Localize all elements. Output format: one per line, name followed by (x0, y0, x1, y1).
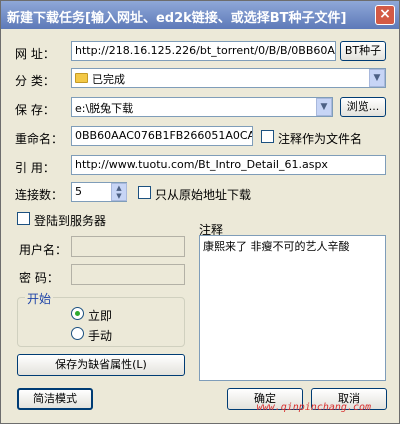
bt-torrent-button[interactable]: BT种子 (340, 41, 386, 61)
login-server-label: 登陆到服务器 (34, 214, 107, 228)
username-label: 用户名： (19, 243, 68, 257)
rename-label: 重命名： (15, 132, 64, 146)
url-label: 网 址： (15, 47, 55, 61)
chevron-down-icon[interactable]: ▼ (369, 69, 385, 87)
save-as-default-button[interactable]: 保存为缺省属性(L) (17, 354, 185, 376)
stepper-up-icon[interactable]: ▲ (112, 184, 126, 192)
close-button[interactable]: × (375, 5, 395, 25)
only-origin-label: 只从原始地址下载 (155, 188, 252, 202)
category-label: 分 类： (15, 74, 55, 88)
start-now-radio[interactable] (71, 307, 84, 320)
simple-mode-button[interactable]: 简洁模式 (17, 388, 93, 410)
notes-as-filename-label: 注释作为文件名 (278, 132, 363, 146)
watermark: www.qinpinchang.com (256, 402, 371, 413)
username-input[interactable] (71, 236, 185, 257)
browse-button[interactable]: 浏览... (340, 97, 386, 117)
login-server-checkbox[interactable] (17, 212, 30, 225)
only-origin-checkbox[interactable] (138, 186, 151, 199)
stepper-down-icon[interactable]: ▼ (112, 192, 126, 200)
window-title: 新建下载任务[输入网址、ed2k链接、或选择BT种子文件] (7, 11, 347, 26)
category-select[interactable]: 已完成 (71, 68, 386, 88)
start-now-label: 立即 (88, 309, 113, 323)
password-label: 密 码： (19, 271, 59, 285)
password-input[interactable] (71, 264, 185, 285)
save-label: 保 存： (15, 103, 55, 117)
referer-label: 引 用： (15, 161, 55, 175)
folder-icon (75, 73, 88, 83)
chevron-down-icon[interactable]: ▼ (316, 98, 332, 116)
title-bar[interactable]: 新建下载任务[输入网址、ed2k链接、或选择BT种子文件] × (1, 1, 399, 29)
notes-text: 康熙来了 非瘦不可的艺人辛酸 (203, 240, 350, 253)
start-manual-label: 手动 (88, 329, 113, 343)
connections-stepper[interactable]: ▲ ▼ (111, 183, 127, 201)
rename-input[interactable]: 0BB60AAC076B1FB266051A0CA5CE (71, 126, 253, 146)
connections-label: 连接数： (15, 188, 64, 202)
notes-textarea[interactable]: 康熙来了 非瘦不可的艺人辛酸 (199, 235, 386, 381)
category-value: 已完成 (92, 73, 125, 86)
url-input[interactable]: http://218.16.125.226/bt_torrent/0/B/B/0… (71, 41, 336, 61)
notes-as-filename-checkbox[interactable] (261, 130, 274, 143)
start-manual-radio[interactable] (71, 327, 84, 340)
start-group-label: 开始 (25, 290, 54, 307)
referer-input[interactable]: http://www.tuotu.com/Bt_Intro_Detail_61.… (71, 155, 386, 175)
new-download-task-dialog: 新建下载任务[输入网址、ed2k链接、或选择BT种子文件] × 网 址： htt… (0, 0, 400, 424)
save-path-select[interactable]: e:\脱兔下载 (71, 97, 333, 117)
